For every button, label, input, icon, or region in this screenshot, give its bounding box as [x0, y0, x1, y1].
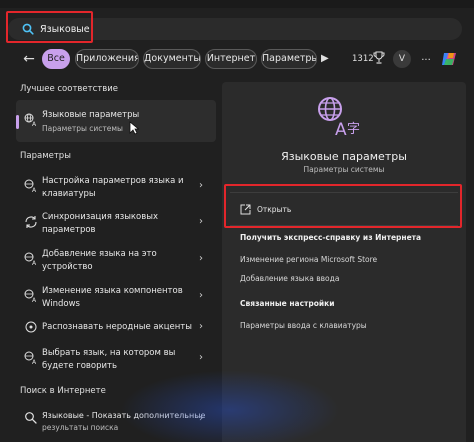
chevron-right-icon: › — [199, 352, 203, 363]
setting-item-1-line1[interactable]: Настройка параметров языка и — [42, 175, 184, 188]
setting-item-6-line1[interactable]: Выбрать язык, на котором вы — [42, 347, 175, 360]
best-match-title: Языковые параметры — [42, 110, 140, 120]
more-options-icon[interactable]: ... — [418, 50, 434, 68]
mouse-cursor-icon — [129, 121, 139, 135]
language-settings-icon: A — [24, 113, 37, 127]
highlight-open — [224, 184, 462, 228]
setting-item-1-line2[interactable]: клавиатуры — [42, 188, 96, 201]
help-link-store-region[interactable]: Изменение региона Microsoft Store — [240, 255, 377, 264]
language-keyboard-icon: A — [24, 179, 37, 193]
web-search-icon — [25, 412, 37, 424]
windows-language-icon: A — [24, 289, 37, 303]
chevron-right-icon: › — [199, 216, 203, 227]
best-match-header: Лучшее соответствие — [20, 84, 118, 94]
detail-subtitle: Параметры системы — [303, 165, 385, 174]
selection-indicator — [16, 115, 19, 129]
svg-text:A: A — [32, 297, 37, 303]
detail-title: Языковые параметры — [281, 150, 407, 163]
language-large-icon: A 字 — [318, 97, 360, 139]
chevron-right-icon: › — [199, 290, 203, 301]
more-filters-icon[interactable]: ▶ — [321, 52, 333, 66]
setting-item-4-line2[interactable]: Windows — [42, 298, 80, 311]
setting-item-6-line2[interactable]: будете говорить — [42, 360, 117, 373]
svg-text:A: A — [335, 120, 347, 139]
related-header: Связанные настройки — [240, 299, 335, 308]
filter-apps[interactable]: Приложения — [75, 49, 139, 69]
svg-text:A: A — [32, 187, 37, 193]
setting-item-2-line2[interactable]: параметров — [42, 224, 96, 237]
highlight-search — [6, 11, 93, 43]
top-strip — [0, 0, 474, 8]
setting-item-2-line1[interactable]: Синхронизация языковых — [42, 211, 158, 224]
svg-text:字: 字 — [347, 122, 360, 137]
chevron-right-icon: › — [199, 321, 203, 332]
language-add-icon: A — [24, 252, 37, 266]
back-arrow-icon[interactable]: ← — [20, 50, 38, 68]
setting-item-5-line1[interactable]: Распознавать неродные акценты — [42, 321, 192, 334]
sync-icon — [25, 216, 37, 228]
best-match-subtitle: Параметры системы — [42, 124, 123, 133]
filter-internet[interactable]: Интернет — [205, 49, 257, 69]
trophy-icon[interactable] — [373, 51, 385, 65]
setting-item-3-line2[interactable]: устройство — [42, 261, 93, 274]
svg-text:A: A — [32, 359, 37, 365]
avatar[interactable]: V — [393, 50, 411, 68]
svg-text:A: A — [32, 121, 37, 127]
related-link-keyboard[interactable]: Параметры ввода с клавиатуры — [240, 321, 367, 330]
web-search-header: Поиск в Интернете — [20, 386, 106, 396]
chevron-right-icon: › — [199, 253, 203, 264]
speech-accent-icon — [25, 321, 37, 333]
help-header: Получить экспресс-справку из Интернета — [240, 233, 422, 242]
filter-documents[interactable]: Документы — [143, 49, 201, 69]
copilot-icon[interactable] — [440, 50, 458, 68]
filter-settings[interactable]: Параметры — [261, 49, 317, 69]
speech-language-icon: A — [24, 351, 37, 365]
setting-item-3-line1[interactable]: Добавление языка на это — [42, 248, 157, 261]
background-glow — [120, 370, 340, 442]
svg-text:A: A — [32, 260, 37, 266]
web-result-line2[interactable]: результаты поиска — [42, 422, 118, 433]
points-count: 1312 — [352, 54, 374, 64]
settings-header: Параметры — [20, 151, 71, 161]
filter-all[interactable]: Все — [42, 49, 70, 69]
help-link-add-input-language[interactable]: Добавление языка ввода — [240, 274, 339, 283]
chevron-right-icon: › — [199, 180, 203, 191]
setting-item-4-line1[interactable]: Изменение языка компонентов — [42, 285, 183, 298]
divider — [230, 225, 458, 226]
